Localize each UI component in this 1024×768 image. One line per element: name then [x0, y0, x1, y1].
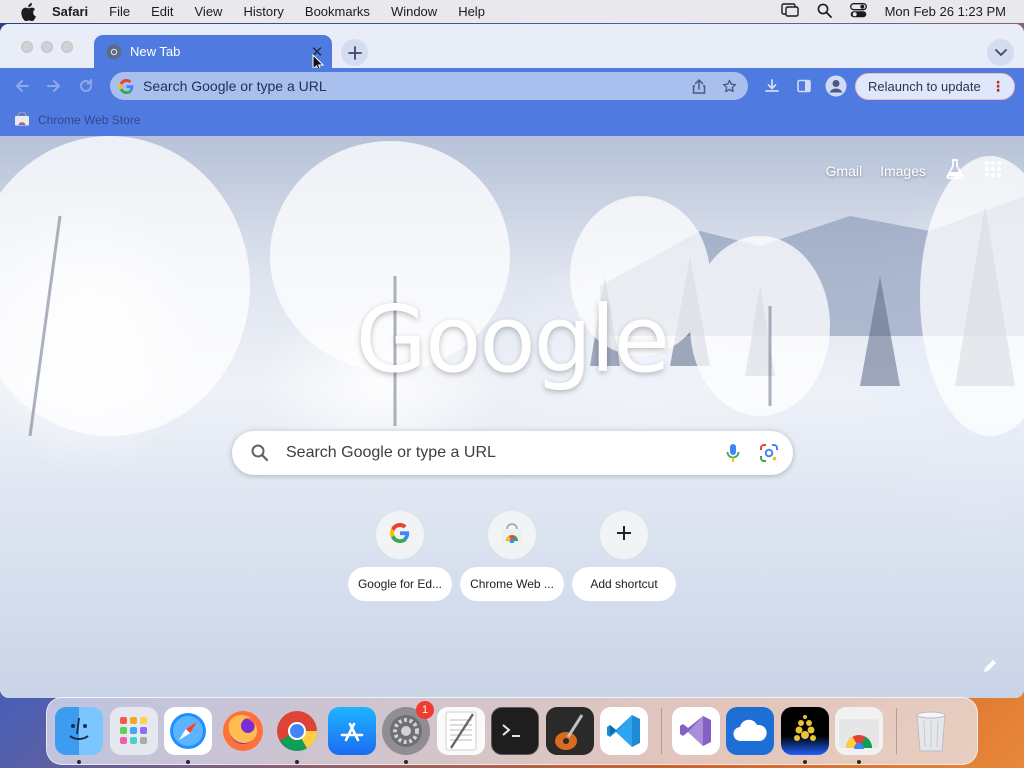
- tab-title: New Tab: [130, 44, 181, 59]
- share-icon[interactable]: [688, 75, 710, 97]
- bookmarks-bar: Chrome Web Store: [0, 104, 1024, 136]
- macos-dock: 1: [46, 697, 978, 765]
- menu-bookmarks[interactable]: Bookmarks: [305, 4, 370, 19]
- address-bar-placeholder: Search Google or type a URL: [143, 78, 327, 94]
- visual-studio-icon[interactable]: [671, 707, 720, 755]
- visual-studio-code-icon[interactable]: [600, 707, 648, 755]
- bookmark-label: Chrome Web Store: [38, 113, 141, 127]
- browser-toolbar: Search Google or type a URL Relaunch to …: [0, 68, 1024, 104]
- shortcut-label: Google for Ed...: [348, 567, 452, 601]
- terminal-icon[interactable]: [491, 707, 539, 755]
- google-lens-icon[interactable]: [757, 441, 781, 465]
- running-indicator: [186, 760, 190, 764]
- menu-history[interactable]: History: [243, 4, 283, 19]
- google-apps-grid-icon[interactable]: [984, 160, 1002, 181]
- shortcut-label: Add shortcut: [572, 567, 676, 601]
- forward-arrow-icon[interactable]: [42, 74, 66, 98]
- downloads-icon[interactable]: [760, 74, 784, 98]
- menu-app-name[interactable]: Safari: [52, 4, 88, 19]
- garageband-icon[interactable]: [545, 707, 594, 755]
- finder-icon[interactable]: [55, 707, 103, 764]
- zoom-window-button[interactable]: [61, 41, 73, 53]
- menu-edit[interactable]: Edit: [151, 4, 173, 19]
- bookmark-star-icon[interactable]: [718, 75, 740, 97]
- reload-icon[interactable]: [74, 74, 98, 98]
- chrome-web-store-app-icon[interactable]: [835, 707, 883, 764]
- menu-view[interactable]: View: [195, 4, 223, 19]
- macos-menu-bar: Safari File Edit View History Bookmarks …: [0, 0, 1024, 23]
- bookmark-chrome-web-store[interactable]: Chrome Web Store: [14, 110, 141, 129]
- search-icon: [250, 443, 270, 463]
- dock-separator: [660, 708, 662, 754]
- more-menu-icon[interactable]: ⋮: [991, 78, 1005, 95]
- plus-icon: [616, 525, 632, 546]
- running-indicator: [802, 760, 807, 764]
- tab-search-button[interactable]: [987, 39, 1014, 66]
- tab-new-tab[interactable]: New Tab ✕: [94, 35, 332, 68]
- google-g-icon: [119, 78, 134, 94]
- app-store-icon[interactable]: [327, 707, 376, 755]
- ntp-header-links: Gmail Images: [826, 158, 1002, 183]
- textedit-icon[interactable]: [436, 707, 485, 755]
- safari-icon[interactable]: [164, 707, 212, 764]
- shortcut-label: Chrome Web ...: [460, 567, 564, 601]
- profile-avatar-icon[interactable]: [824, 74, 848, 98]
- running-indicator: [295, 760, 299, 764]
- chrome-window: New Tab ✕ Search Google or type a URL Re…: [0, 24, 1024, 698]
- labs-flask-icon[interactable]: [944, 158, 966, 183]
- chrome-favicon-icon: [106, 44, 122, 60]
- trash-icon[interactable]: [907, 707, 955, 755]
- apple-menu-icon[interactable]: [18, 2, 38, 22]
- chrome-web-store-icon: [14, 110, 30, 129]
- back-arrow-icon[interactable]: [10, 74, 34, 98]
- shortcut-add-shortcut[interactable]: Add shortcut: [572, 511, 676, 601]
- shortcut-google-for-education[interactable]: Google for Ed...: [348, 511, 452, 601]
- running-indicator: [77, 760, 81, 764]
- chrome-web-store-icon: [501, 522, 523, 548]
- voice-search-mic-icon[interactable]: [721, 441, 745, 465]
- new-tab-button[interactable]: [341, 39, 368, 66]
- gmail-link[interactable]: Gmail: [826, 163, 863, 179]
- images-link[interactable]: Images: [880, 163, 926, 179]
- notification-badge: 1: [416, 701, 434, 719]
- shortcut-tile: [600, 511, 648, 559]
- tab-strip: New Tab ✕: [0, 24, 1024, 72]
- control-center-icon[interactable]: [849, 2, 867, 21]
- minimize-window-button[interactable]: [41, 41, 53, 53]
- shortcuts-row: Google for Ed... Chrome Web ... Add shor…: [348, 511, 676, 601]
- new-tab-page: Gmail Images Google Search Google or typ…: [0, 136, 1024, 698]
- relaunch-to-update-button[interactable]: Relaunch to update ⋮: [855, 73, 1015, 100]
- side-panel-icon[interactable]: [792, 74, 816, 98]
- launchpad-icon[interactable]: [109, 707, 158, 755]
- google-logo: Google: [355, 286, 670, 393]
- preview-image-icon[interactable]: [780, 707, 829, 764]
- system-settings-icon[interactable]: 1: [382, 701, 434, 764]
- menu-help[interactable]: Help: [458, 4, 485, 19]
- running-indicator: [404, 760, 408, 764]
- dock-separator: [895, 708, 897, 754]
- relaunch-label: Relaunch to update: [868, 79, 981, 94]
- google-g-icon: [390, 522, 410, 548]
- menubar-clock[interactable]: Mon Feb 26 1:23 PM: [885, 4, 1006, 19]
- running-indicator: [857, 760, 861, 764]
- shortcut-chrome-web-store[interactable]: Chrome Web ...: [460, 511, 564, 601]
- shortcut-tile: [488, 511, 536, 559]
- google-chrome-icon[interactable]: [273, 707, 321, 764]
- customize-pencil-icon[interactable]: [982, 658, 1000, 676]
- onedrive-icon[interactable]: [726, 707, 774, 755]
- shortcut-tile: [376, 511, 424, 559]
- window-controls: [21, 41, 73, 53]
- search-placeholder: Search Google or type a URL: [286, 444, 496, 461]
- address-bar[interactable]: Search Google or type a URL: [110, 72, 748, 100]
- menu-file[interactable]: File: [109, 4, 130, 19]
- firefox-icon[interactable]: [219, 707, 267, 755]
- menu-window[interactable]: Window: [391, 4, 437, 19]
- screen-mirroring-icon[interactable]: [780, 3, 799, 20]
- close-window-button[interactable]: [21, 41, 33, 53]
- ntp-search-box[interactable]: Search Google or type a URL: [232, 431, 793, 475]
- spotlight-search-icon[interactable]: [817, 3, 832, 21]
